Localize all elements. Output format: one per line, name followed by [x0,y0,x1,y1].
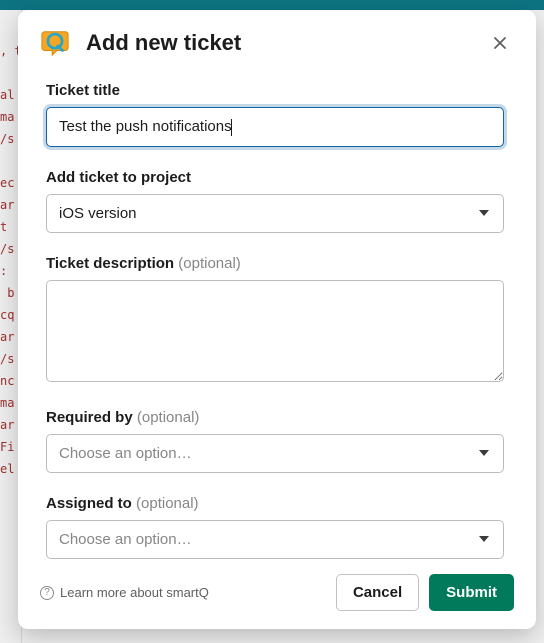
field-ticket-title: Ticket title Test the push notifications [46,82,504,147]
close-icon [492,35,508,51]
label-required-by: Required by (optional) [46,409,504,426]
select-required-by-placeholder: Choose an option… [59,445,192,462]
learn-more-text: Learn more about smartQ [60,585,209,600]
field-project: Add ticket to project iOS version [46,169,504,233]
chevron-down-icon [479,536,489,542]
select-project[interactable]: iOS version [46,194,504,233]
modal-footer: ? Learn more about smartQ Cancel Submit [18,560,536,629]
learn-more-link[interactable]: ? Learn more about smartQ [40,585,209,600]
field-description: Ticket description (optional) [46,255,504,387]
select-assigned-to-placeholder: Choose an option… [59,531,192,548]
label-ticket-title: Ticket title [46,82,504,99]
input-ticket-title[interactable]: Test the push notifications [46,107,504,147]
label-project: Add ticket to project [46,169,504,186]
cancel-button[interactable]: Cancel [336,574,419,611]
field-assigned-to: Assigned to (optional) Choose an option… [46,495,504,559]
select-assigned-to[interactable]: Choose an option… [46,520,504,559]
label-description: Ticket description (optional) [46,255,504,272]
select-project-value: iOS version [59,205,137,222]
label-assigned-to: Assigned to (optional) [46,495,504,512]
textarea-description[interactable] [46,280,504,382]
chevron-down-icon [479,450,489,456]
close-button[interactable] [486,29,514,57]
select-required-by[interactable]: Choose an option… [46,434,504,473]
field-required-by: Required by (optional) Choose an option… [46,409,504,473]
submit-button[interactable]: Submit [429,574,514,611]
text-caret [231,119,232,136]
input-ticket-title-value: Test the push notifications [59,118,232,135]
modal-title: Add new ticket [86,30,486,56]
smartq-logo-icon [40,28,70,58]
help-icon: ? [40,586,54,600]
modal-body-scroll[interactable]: Ticket title Test the push notifications… [18,72,532,560]
chevron-down-icon [479,210,489,216]
add-ticket-modal: Add new ticket Ticket title Test the pus… [18,10,536,629]
